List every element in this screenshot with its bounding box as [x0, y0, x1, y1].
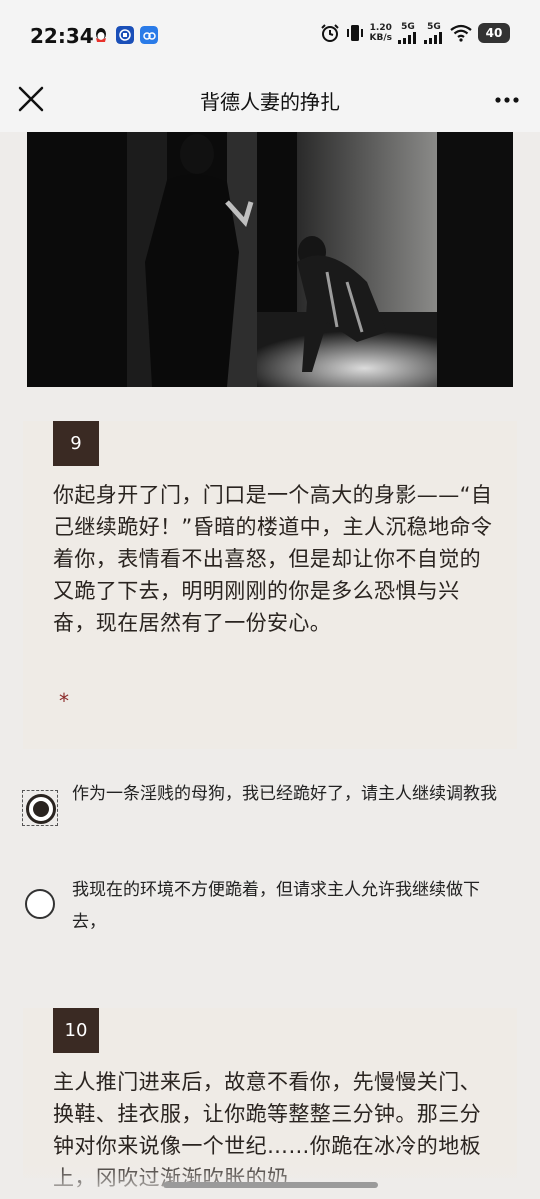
question-number: 9	[53, 421, 99, 466]
network-speed: 1.20 KB/s	[370, 23, 392, 43]
bottom-fade	[0, 1160, 540, 1199]
speed-value: 1.20	[369, 23, 392, 33]
app-icon-blue-2	[140, 26, 158, 44]
question-image	[27, 132, 513, 387]
scene-illustration	[27, 132, 513, 387]
option-item[interactable]: 我现在的环境不方便跪着，但请求主人允许我继续做下去，	[22, 874, 502, 934]
option-label[interactable]: 我现在的环境不方便跪着，但请求主人允许我继续做下去，	[72, 874, 502, 938]
net-type-1: 5G	[401, 22, 415, 32]
wifi-icon	[450, 24, 472, 42]
signal-2: 5G	[424, 22, 444, 44]
question-card: 9 你起身开了门，门口是一个高大的身影——“自己继续跪好！”昏暗的楼道中，主人沉…	[23, 421, 517, 749]
radio-wrap[interactable]	[22, 886, 58, 922]
radio-focus-ring[interactable]	[22, 790, 58, 826]
status-bar: 22:34 1.20 KB/s 5G 5G 40	[0, 0, 540, 70]
option-item[interactable]: 作为一条淫贱的母狗，我已经跪好了，请主人继续调教我	[22, 778, 502, 838]
signal-bars-icon	[398, 32, 416, 44]
vibrate-icon	[346, 25, 363, 41]
signal-bars-icon	[424, 32, 442, 44]
radio-button[interactable]	[25, 889, 55, 919]
radio-button-checked[interactable]	[26, 794, 56, 824]
notification-icons	[92, 26, 158, 44]
net-type-2: 5G	[427, 22, 441, 32]
battery-indicator: 40	[478, 23, 510, 43]
question-card: 10 主人推门进来后，故意不看你，先慢慢关门、换鞋、挂衣服，让你跪等整整三分钟。…	[23, 1008, 517, 1190]
page-title: 背德人妻的挣扎	[200, 90, 340, 114]
option-label[interactable]: 作为一条淫贱的母狗，我已经跪好了，请主人继续调教我	[72, 778, 502, 810]
qq-icon	[96, 28, 106, 42]
app-icon-blue-1	[116, 26, 134, 44]
question-number: 10	[53, 1008, 99, 1053]
question-text: 你起身开了门，门口是一个高大的身影——“自己继续跪好！”昏暗的楼道中，主人沉稳地…	[53, 483, 493, 635]
home-indicator[interactable]	[163, 1182, 378, 1188]
alarm-icon	[320, 24, 339, 42]
more-icon[interactable]	[492, 88, 522, 112]
status-right: 1.20 KB/s 5G 5G 40	[320, 22, 510, 44]
nav-bar: 背德人妻的挣扎	[0, 70, 540, 132]
speed-unit: KB/s	[369, 33, 392, 43]
signal-1: 5G	[398, 22, 418, 44]
status-time: 22:34	[30, 24, 94, 48]
required-mark: *	[59, 689, 69, 713]
